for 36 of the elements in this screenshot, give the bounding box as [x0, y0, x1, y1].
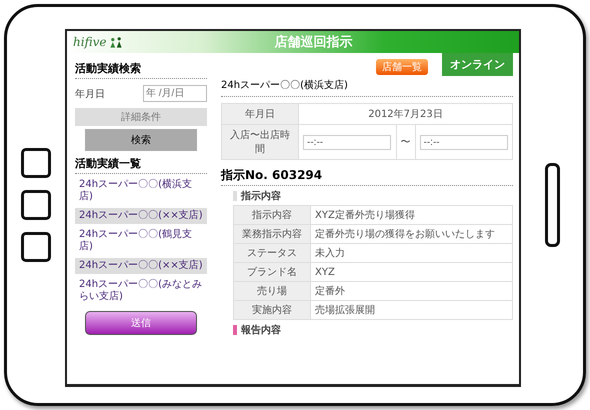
people-icon — [108, 35, 124, 49]
table-cell: 2012年7月23日 — [298, 104, 512, 124]
date-field[interactable]: 年 /月/日 — [143, 85, 207, 102]
time-field[interactable]: --:-- — [420, 134, 508, 150]
table-cell: 売場拡張展開 — [310, 300, 512, 320]
subsection-heading: 指示内容 — [241, 189, 281, 203]
table-cell: ブランド名 — [234, 262, 310, 282]
result-item[interactable]: 24hスーパー〇〇(横浜支店) — [75, 177, 207, 205]
side-slot-icon — [544, 163, 560, 247]
table-cell: 定番外 — [310, 282, 512, 300]
table-cell: 実施内容 — [234, 300, 310, 320]
time-field[interactable]: --:-- — [303, 134, 391, 150]
page-title: 店舗巡回指示 — [274, 34, 352, 51]
section-heading: 活動実績一覧 — [75, 154, 207, 174]
field-label: 年月日 — [75, 88, 105, 100]
table-cell: XYZ定番外売り場獲得 — [310, 206, 512, 224]
logo-text: hifive — [73, 35, 106, 49]
search-button[interactable]: 検索 — [85, 129, 197, 151]
table-cell: ステータス — [234, 244, 310, 262]
subsection-heading: 報告内容 — [241, 323, 281, 337]
result-item[interactable]: 24hスーパー〇〇(××支店) — [75, 258, 207, 274]
table-cell: 未入力 — [310, 244, 512, 262]
table-cell: 〜 — [396, 124, 415, 160]
table-cell: XYZ — [310, 262, 512, 282]
table-cell: 売り場 — [234, 282, 310, 300]
table-cell: 指示内容 — [234, 206, 310, 224]
result-item[interactable]: 24hスーパー〇〇(鶴見支店) — [75, 227, 207, 255]
table-cell: 業務指示内容 — [234, 224, 310, 244]
section-heading: 活動実績検索 — [75, 59, 207, 79]
table-cell: 入店〜出店時間 — [222, 124, 298, 160]
table-cell: 定番外売り場の獲得をお願いいたします — [310, 224, 512, 244]
result-item[interactable]: 24hスーパー〇〇(みなとみらい支店) — [75, 277, 207, 305]
table-cell: 年月日 — [222, 104, 298, 124]
store-name: 24hスーパー〇〇(横浜支店) — [221, 76, 513, 97]
result-item[interactable]: 24hスーパー〇〇(××支店) — [75, 208, 207, 224]
instruction-heading: 指示No. 603294 — [221, 167, 513, 186]
